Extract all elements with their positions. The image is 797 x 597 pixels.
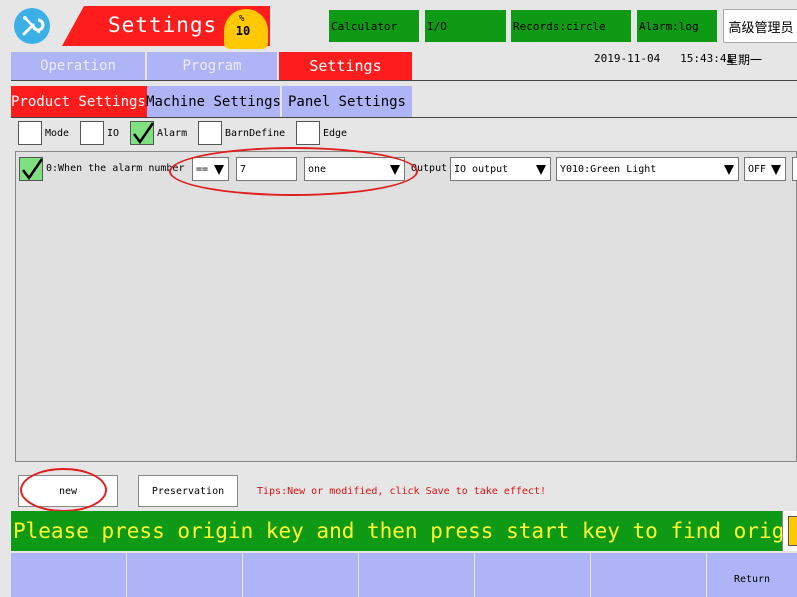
rules-panel	[15, 151, 797, 462]
weekday-display: 星期一	[726, 53, 763, 67]
output-state-value: OFF	[748, 163, 767, 175]
io-label: IO	[107, 128, 120, 139]
tab-settings[interactable]: Settings	[279, 52, 412, 80]
gauge-value: 10	[235, 24, 251, 38]
io-button[interactable]: I/O	[425, 10, 506, 42]
return-button[interactable]: Return	[707, 553, 797, 597]
status-ticker: Please press origin key and then press s…	[11, 511, 782, 551]
return-label: Return	[733, 574, 771, 585]
datetime-display: 2019-11-04 15:43:41	[594, 52, 734, 65]
output-type-select[interactable]: IO output	[450, 157, 551, 181]
alarm-log-button[interactable]: Alarm:log	[637, 10, 717, 42]
mode-label: Mode	[45, 128, 70, 139]
page-title: Settings	[108, 13, 218, 37]
nav-slot-3[interactable]	[243, 553, 359, 597]
records-button[interactable]: Records:circle	[511, 10, 631, 42]
nav-slot-6[interactable]	[591, 553, 707, 597]
annotation-circle	[20, 468, 107, 512]
check-icon	[22, 158, 44, 181]
check-icon	[133, 122, 155, 145]
divider	[11, 117, 797, 118]
edge-checkbox[interactable]	[296, 121, 320, 145]
nav-slot-2[interactable]	[127, 553, 243, 597]
tips-text: Tips:New or modified, click Save to take…	[257, 486, 546, 497]
alarm-label: Alarm	[157, 128, 188, 139]
subtab-machine-settings[interactable]: Machine Settings	[146, 86, 281, 118]
io-checkbox[interactable]	[80, 121, 104, 145]
subtab-panel-settings[interactable]: Panel Settings	[282, 86, 412, 118]
annotation-circle	[169, 147, 418, 196]
user-button[interactable]: 高级管理员	[723, 9, 797, 43]
rule-condition-label: 0:When the alarm number	[46, 163, 185, 174]
nav-slot-5[interactable]	[475, 553, 591, 597]
nav-slot-1[interactable]	[11, 553, 127, 597]
output-port-select[interactable]: Y010:Green Light	[556, 157, 739, 181]
ticker-indicator	[788, 516, 797, 546]
save-button[interactable]: Preservation	[138, 475, 238, 507]
mode-checkbox[interactable]	[18, 121, 42, 145]
nav-slot-4[interactable]	[359, 553, 475, 597]
divider	[11, 80, 797, 81]
tab-program[interactable]: Program	[147, 52, 277, 80]
output-port-value: Y010:Green Light	[560, 163, 657, 175]
output-type-value: IO output	[454, 163, 509, 175]
edge-label: Edge	[323, 128, 348, 139]
wrench-screwdriver-icon	[22, 16, 45, 36]
calculator-button[interactable]: Calculator	[329, 10, 419, 42]
alarm-checkbox[interactable]	[130, 121, 155, 145]
tools-icon[interactable]	[14, 8, 50, 44]
barn-define-checkbox[interactable]	[198, 121, 222, 145]
gauge-unit: %	[239, 14, 245, 24]
barn-define-label: BarnDefine	[225, 128, 286, 139]
tab-operation[interactable]: Operation	[11, 52, 145, 80]
output-state-select[interactable]: OFF	[744, 157, 786, 181]
extra-field[interactable]	[792, 157, 797, 181]
subtab-product-settings[interactable]: Product Settings	[11, 86, 147, 118]
rule-enable-checkbox[interactable]	[19, 157, 44, 181]
